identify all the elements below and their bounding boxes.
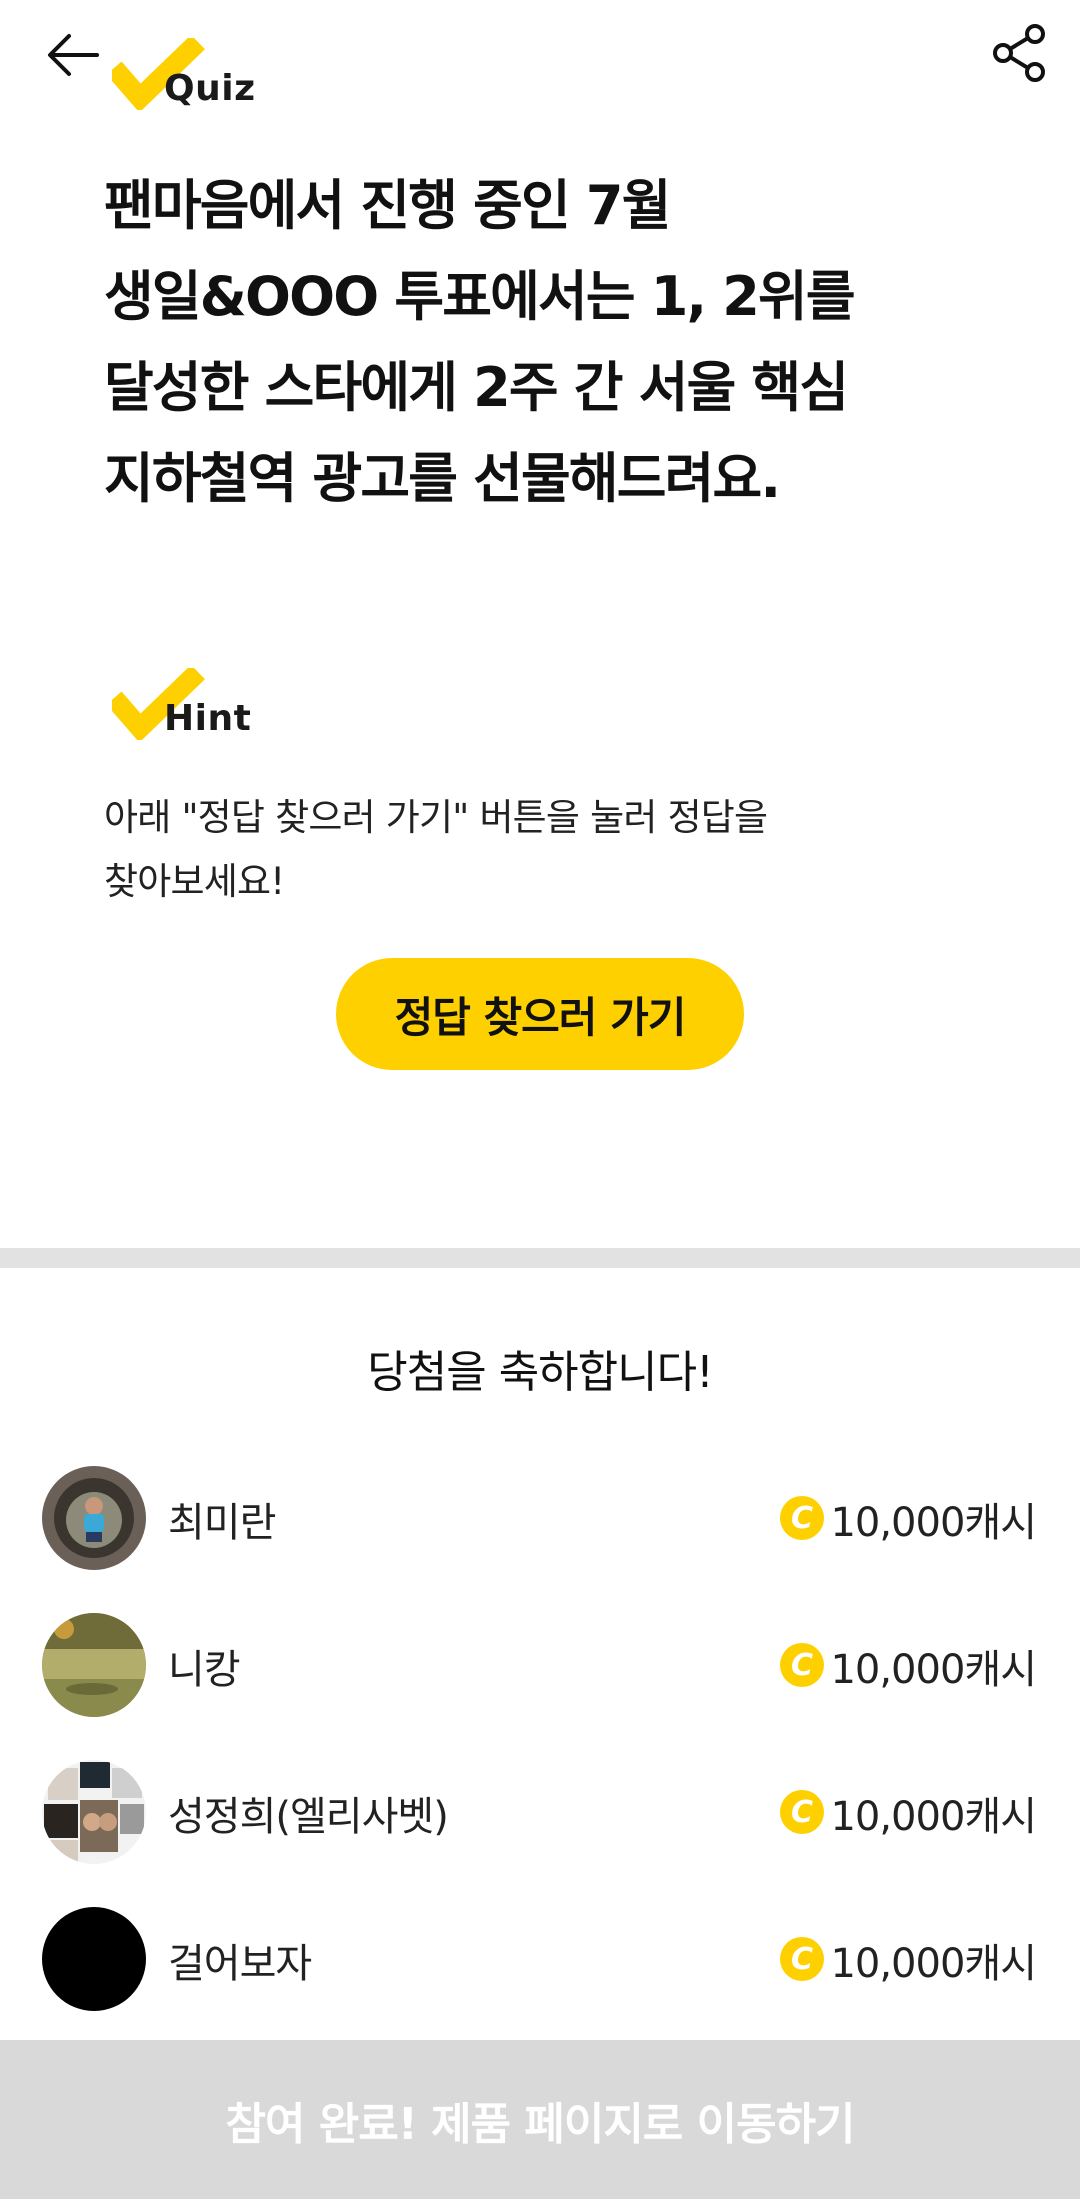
quiz-question: 팬마음에서 진행 중인 7월 생일&OOO 투표에서는 1, 2위를 달성한 스…: [104, 160, 1004, 524]
hint-line: 아래 "정답 찾으러 가기" 버튼을 눌러 정답을: [104, 796, 768, 839]
hint-badge: Hint: [112, 668, 252, 748]
quiz-badge-label: Quiz: [164, 68, 256, 109]
winner-prize: 10,000캐시: [830, 1500, 1037, 1546]
winners-title: 당첨을 축하합니다!: [367, 1347, 713, 1398]
winner-name: 최미란: [168, 1500, 276, 1546]
winner-prize: 10,000캐시: [830, 1647, 1037, 1693]
winner-row: 최미란 C 10,000캐시: [0, 1458, 1080, 1578]
coin-icon: C: [780, 1937, 824, 1981]
arrow-left-icon: [48, 34, 99, 76]
winner-row: 니캉 C 10,000캐시: [0, 1605, 1080, 1725]
avatar: [42, 1466, 146, 1570]
winner-row: 성정희(엘리사벳) C 10,000캐시: [0, 1752, 1080, 1872]
hint-badge-label: Hint: [164, 698, 252, 739]
share-button[interactable]: [986, 18, 1052, 88]
quiz-badge: Quiz: [112, 38, 255, 118]
coin-icon: C: [780, 1790, 824, 1834]
coin-icon: C: [780, 1643, 824, 1687]
avatar: [42, 1907, 146, 2011]
go-to-product-button[interactable]: 참여 완료! 제품 페이지로 이동하기: [0, 2040, 1080, 2199]
quiz-page: Quiz 팬마음에서 진행 중인 7월 생일&OOO 투표에서는 1, 2위를 …: [0, 0, 1080, 2199]
winner-prize: 10,000캐시: [830, 1794, 1037, 1840]
find-answer-button[interactable]: 정답 찾으러 가기: [336, 958, 744, 1070]
question-line: 지하철역 광고를 선물해드려요.: [104, 447, 781, 510]
share-icon: [993, 24, 1045, 82]
winner-name: 성정희(엘리사벳): [168, 1794, 449, 1840]
question-line: 달성한 스타에게 2주 간 서울 핵심: [104, 356, 849, 419]
hint-text: 아래 "정답 찾으러 가기" 버튼을 눌러 정답을 찾아보세요!: [104, 786, 924, 914]
question-line: 생일&OOO 투표에서는 1, 2위를: [104, 265, 856, 328]
winner-name: 걸어보자: [168, 1941, 312, 1987]
hint-line: 찾아보세요!: [104, 860, 285, 903]
winner-row: 걸어보자 C 10,000캐시: [0, 1899, 1080, 2019]
question-line: 팬마음에서 진행 중인 7월: [104, 174, 671, 237]
avatar: [42, 1760, 146, 1864]
section-divider: [0, 1248, 1080, 1268]
winner-prize: 10,000캐시: [830, 1941, 1037, 1987]
avatar: [42, 1613, 146, 1717]
coin-icon: C: [780, 1496, 824, 1540]
back-button[interactable]: [40, 22, 106, 88]
winner-name: 니캉: [168, 1647, 241, 1693]
